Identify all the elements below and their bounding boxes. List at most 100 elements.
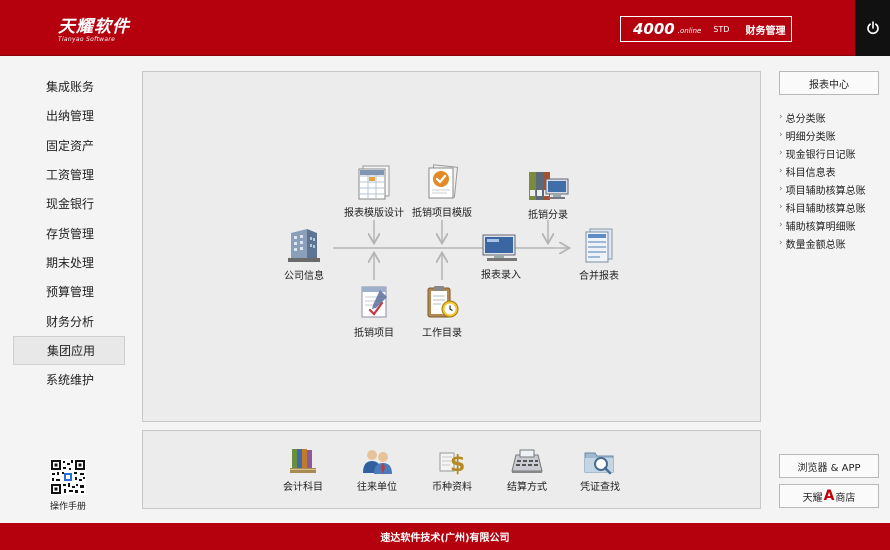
chevron-right-icon: ›: [779, 238, 783, 248]
shortcut-currency[interactable]: $ 币种资料: [417, 447, 487, 493]
report-link-label: 数量金额总账: [785, 239, 846, 251]
app-store-button[interactable]: 天耀 A 商店: [779, 484, 879, 508]
power-icon: [866, 21, 879, 35]
brand-logo: 天耀软件 Tianyao Software: [58, 12, 130, 43]
chevron-right-icon: ›: [779, 166, 783, 176]
node-label: 合并报表: [579, 271, 619, 282]
shortcut-label: 会计科目: [283, 482, 323, 493]
report-link-label: 项目辅助核算总账: [785, 185, 866, 197]
chevron-right-icon: ›: [779, 112, 783, 122]
binders-monitor-icon: [529, 172, 569, 200]
report-link-subject-aux-ledger[interactable]: › 科目辅助核算总账: [779, 198, 887, 216]
node-elimination-item[interactable]: 抵销项目: [349, 284, 399, 339]
product-number: 4000: [633, 20, 675, 38]
chevron-right-icon: ›: [779, 220, 783, 230]
shortcut-settlement-methods[interactable]: 结算方式: [492, 447, 562, 493]
node-label: 公司信息: [284, 271, 324, 282]
node-report-entry[interactable]: 报表录入: [476, 232, 526, 281]
product-edition: STD: [713, 24, 730, 34]
flow-connectors: [333, 220, 762, 280]
checked-document-icon: [428, 164, 459, 199]
chevron-right-icon: ›: [779, 184, 783, 194]
store-suffix: 商店: [835, 492, 856, 504]
report-link-label: 总分类账: [785, 113, 826, 125]
report-list: › 总分类账 › 明细分类账 › 现金银行日记账 › 科目信息表 › 项目辅助核算总账 ›…: [779, 108, 887, 252]
sidebar-item-inventory[interactable]: 存货管理: [13, 218, 125, 247]
clipboard-clock-icon: [427, 286, 459, 318]
report-link-label: 科目信息表: [785, 167, 836, 179]
store-logo-letter: A: [823, 488, 835, 504]
chevron-right-icon: ›: [779, 202, 783, 212]
app-footer: 速达软件技术(广州)有限公司: [0, 523, 890, 550]
flow-panel: 公司信息 报表模版设计 抵销项目模版 抵销分录 报表录入 合并报表 抵销项目 工…: [142, 71, 761, 422]
qr-code-icon[interactable]: [50, 459, 86, 495]
product-badge: 4000 .online STD 财务管理: [620, 16, 792, 42]
sidebar-item-integrated-accounting[interactable]: 集成账务: [13, 72, 125, 101]
report-link-general-ledger[interactable]: › 总分类账: [779, 108, 887, 126]
sidebar-item-group-apps[interactable]: 集团应用: [13, 335, 125, 365]
node-label: 抵销项目: [354, 328, 394, 339]
spreadsheet-design-icon: [358, 165, 390, 200]
shortcut-trading-partners[interactable]: 往来单位: [342, 447, 412, 493]
shortcut-label: 币种资料: [432, 482, 472, 493]
edit-document-icon: [361, 286, 387, 318]
svg-text:$: $: [450, 452, 465, 475]
node-elimination-entries[interactable]: 抵销分录: [519, 170, 577, 221]
report-link-aux-detail[interactable]: › 辅助核算明细账: [779, 216, 887, 234]
calculator-icon: [511, 449, 543, 473]
sidebar-item-budget[interactable]: 预算管理: [13, 277, 125, 306]
node-label: 抵销项目模版: [412, 208, 472, 219]
node-label: 抵销分录: [528, 210, 568, 221]
browser-app-button[interactable]: 浏览器 & APP: [779, 454, 879, 478]
shortcut-voucher-search[interactable]: 凭证查找: [565, 447, 635, 493]
office-building-icon: [288, 229, 320, 262]
report-link-cash-bank-journal[interactable]: › 现金银行日记账: [779, 144, 887, 162]
app-header: 天耀软件 Tianyao Software 4000 .online STD 财…: [0, 0, 890, 56]
shortcut-accounting-subjects[interactable]: 会计科目: [268, 447, 338, 493]
report-link-label: 明细分类账: [785, 131, 836, 143]
sidebar-item-payroll[interactable]: 工资管理: [13, 160, 125, 189]
footer-company: 速达软件技术(广州)有限公司: [380, 533, 510, 544]
people-icon: [363, 450, 392, 474]
report-link-label: 辅助核算明细账: [785, 221, 856, 233]
report-link-subject-info[interactable]: › 科目信息表: [779, 162, 887, 180]
sidebar-item-period-end[interactable]: 期末处理: [13, 248, 125, 277]
node-label: 报表录入: [481, 270, 521, 281]
sidebar-item-cashier[interactable]: 出纳管理: [13, 101, 125, 130]
shortcut-label: 凭证查找: [580, 482, 620, 493]
ledger-books-icon: [290, 449, 316, 473]
report-link-project-aux-ledger[interactable]: › 项目辅助核算总账: [779, 180, 887, 198]
shortcut-label: 往来单位: [357, 482, 397, 493]
sidebar-item-system-maintenance[interactable]: 系统维护: [13, 365, 125, 394]
logo-text-cn: 天耀软件: [58, 17, 130, 37]
store-prefix: 天耀: [802, 492, 823, 504]
node-label: 工作目录: [422, 328, 462, 339]
chevron-right-icon: ›: [779, 130, 783, 140]
sidebar-item-cash-bank[interactable]: 现金银行: [13, 189, 125, 218]
stacked-reports-icon: [585, 228, 613, 263]
chevron-right-icon: ›: [779, 148, 783, 158]
power-button[interactable]: [855, 0, 890, 56]
base-data-panel: 会计科目 往来单位 $ 币种资料 结算方式 凭证查找: [142, 430, 761, 509]
node-label: 报表模版设计: [344, 208, 404, 219]
product-name: 财务管理: [745, 25, 786, 37]
node-consolidated-report[interactable]: 合并报表: [575, 227, 623, 282]
node-report-template-design[interactable]: 报表模版设计: [339, 164, 409, 219]
node-company-info[interactable]: 公司信息: [282, 227, 326, 282]
product-suffix: .online: [677, 27, 702, 35]
sidebar-nav: 集成账务 出纳管理 固定资产 工资管理 现金银行 存货管理 期末处理 预算管理 …: [13, 72, 125, 394]
node-work-directory[interactable]: 工作目录: [417, 284, 467, 339]
sidebar-item-fixed-assets[interactable]: 固定资产: [13, 131, 125, 160]
logo-text-en: Tianyao Software: [58, 36, 116, 43]
report-center-button[interactable]: 报表中心: [779, 71, 879, 95]
report-link-detail-ledger[interactable]: › 明细分类账: [779, 126, 887, 144]
computer-monitor-icon: [482, 234, 517, 261]
report-link-quantity-amount-ledger[interactable]: › 数量金额总账: [779, 234, 887, 252]
node-elimination-template[interactable]: 抵销项目模版: [407, 164, 477, 219]
report-link-label: 现金银行日记账: [785, 149, 856, 161]
report-link-label: 科目辅助核算总账: [785, 203, 866, 215]
shortcut-label: 结算方式: [507, 482, 547, 493]
sidebar-item-financial-analysis[interactable]: 财务分析: [13, 306, 125, 335]
folder-search-icon: [584, 452, 614, 475]
qr-code-label: 操作手册: [49, 502, 86, 512]
